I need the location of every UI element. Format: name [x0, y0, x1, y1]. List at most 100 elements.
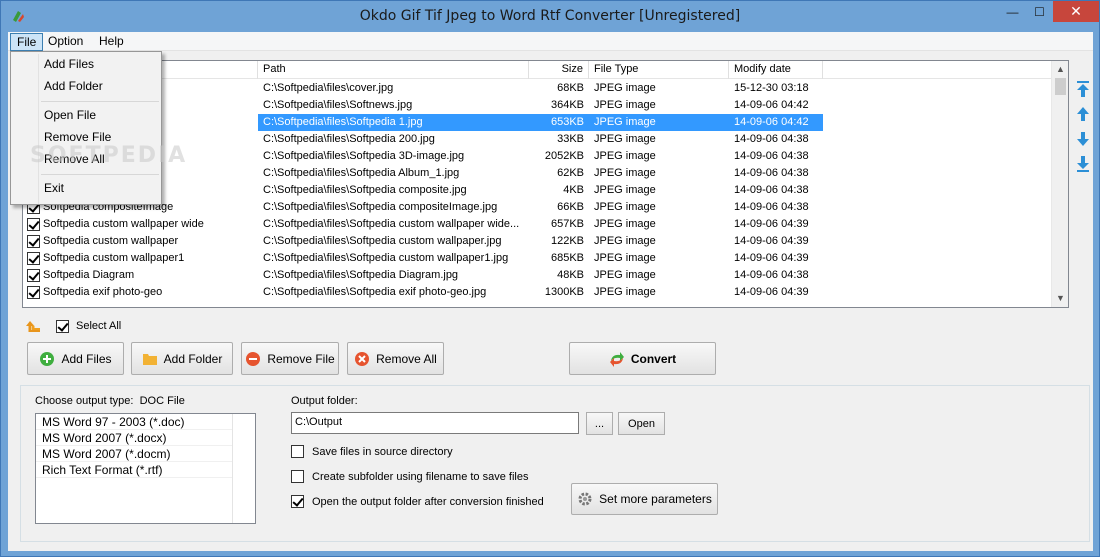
file-list-rows: C:\Softpedia\files\cover.jpg 68KB JPEG ima… — [23, 80, 1053, 301]
table-row[interactable]: Softpedia custom wallpaper C:\Softpedia\f… — [23, 233, 1053, 250]
table-row[interactable]: Softpedia custom wallpaper wide C:\Softpe… — [23, 216, 1053, 233]
table-row[interactable]: Softpedia exif photo-geo C:\Softpedia\fil… — [23, 284, 1053, 301]
column-path[interactable]: Path — [258, 61, 529, 79]
table-row[interactable]: Softpedia custom wallpaper1 C:\Softpedia\… — [23, 250, 1053, 267]
softpedia-watermark: SOFTPEDIA — [30, 143, 188, 168]
row-name: Softpedia exif photo-geo — [43, 286, 163, 298]
row-path: C:\Softpedia\files\Softpedia exif photo-… — [263, 286, 487, 298]
clear-icon — [355, 351, 370, 366]
column-modify-date[interactable]: Modify date — [729, 61, 823, 79]
scroll-down-icon[interactable]: ▼ — [1052, 290, 1068, 307]
column-size[interactable]: Size — [529, 61, 589, 79]
set-parameters-button[interactable]: Set more parameters — [571, 483, 718, 515]
move-up-icon[interactable] — [1075, 105, 1091, 123]
table-row[interactable]: C:\Softpedia\files\Softpedia composite.j… — [23, 182, 1053, 199]
scroll-up-icon[interactable]: ▲ — [1052, 61, 1068, 78]
convert-button[interactable]: Convert — [569, 342, 716, 375]
up-folder-icon[interactable] — [26, 319, 42, 333]
add-folder-label: Add Folder — [163, 351, 223, 366]
move-bottom-icon[interactable] — [1075, 155, 1091, 173]
row-size: 68KB — [557, 82, 584, 94]
row-date: 14-09-06 04:38 — [734, 184, 809, 196]
menu-add-folder[interactable]: Add Folder — [44, 76, 103, 96]
open-after-checkbox[interactable] — [291, 495, 304, 508]
menu-bar: File Option Help — [8, 32, 1093, 51]
row-checkbox[interactable] — [27, 286, 40, 299]
table-row[interactable]: C:\Softpedia\files\Softpedia 1.jpg 653KB J… — [23, 114, 1053, 131]
row-type: JPEG image — [594, 286, 656, 298]
maximize-button[interactable]: ☐ — [1026, 1, 1053, 22]
row-path: C:\Softpedia\files\Softpedia Album_1.jpg — [263, 167, 460, 179]
add-folder-button[interactable]: Add Folder — [131, 342, 233, 375]
table-row[interactable]: C:\Softpedia\files\cover.jpg 68KB JPEG ima… — [23, 80, 1053, 97]
save-in-source-checkbox[interactable] — [291, 445, 304, 458]
row-date: 14-09-06 04:38 — [734, 201, 809, 213]
remove-all-button[interactable]: Remove All — [347, 342, 444, 375]
open-after-option[interactable]: Open the output folder after conversion … — [291, 495, 544, 508]
select-all-checkbox[interactable] — [56, 319, 69, 333]
row-type: JPEG image — [589, 114, 729, 131]
format-list-item[interactable]: MS Word 97 - 2003 (*.doc) — [36, 414, 232, 430]
row-type: JPEG image — [594, 167, 656, 179]
row-path: C:\Softpedia\files\Softpedia 200.jpg — [263, 133, 435, 145]
row-checkbox[interactable] — [27, 218, 40, 231]
move-top-icon[interactable] — [1075, 80, 1091, 98]
row-size: 33KB — [557, 133, 584, 145]
row-path: C:\Softpedia\files\Softpedia 3D-image.jp… — [263, 150, 465, 162]
table-row[interactable]: Softpedia Diagram C:\Softpedia\files\Soft… — [23, 267, 1053, 284]
title-bar[interactable]: Okdo Gif Tif Jpeg to Word Rtf Converter … — [1, 1, 1099, 32]
remove-icon — [246, 351, 261, 366]
vertical-scrollbar[interactable]: ▲ ▼ — [1051, 61, 1068, 307]
table-row[interactable]: C:\Softpedia\files\Softnews.jpg 364KB JPEG… — [23, 97, 1053, 114]
add-files-button[interactable]: Add Files — [27, 342, 124, 375]
create-subfolder-option[interactable]: Create subfolder using filename to save … — [291, 470, 528, 483]
row-path: C:\Softpedia\files\Softpedia compositeIm… — [263, 201, 498, 213]
select-all-row: Select All — [26, 318, 121, 334]
row-size: 1300KB — [544, 286, 584, 298]
format-list-item[interactable]: MS Word 2007 (*.docm) — [36, 446, 232, 462]
menu-help[interactable]: Help — [93, 33, 130, 51]
choose-output-type-text: Choose output type: — [35, 395, 134, 407]
browse-button[interactable]: ... — [586, 412, 613, 435]
menu-option[interactable]: Option — [42, 33, 89, 51]
file-menu-dropdown: Add Files Add Folder Open File Remove Fi… — [10, 51, 162, 205]
row-path: C:\Softpedia\files\Softpedia custom wall… — [263, 218, 520, 230]
file-list[interactable]: Path Size File Type Modify date C:\Softp… — [22, 60, 1069, 308]
create-subfolder-checkbox[interactable] — [291, 470, 304, 483]
remove-file-button[interactable]: Remove File — [241, 342, 339, 375]
folder-icon — [142, 353, 157, 365]
row-date: 14-09-06 04:38 — [734, 167, 809, 179]
row-name-cell: Softpedia custom wallpaper wide — [23, 216, 258, 233]
output-format-list[interactable]: MS Word 97 - 2003 (*.doc) MS Word 2007 (*… — [35, 413, 256, 524]
row-name: Softpedia custom wallpaper1 — [43, 252, 185, 264]
menu-file[interactable]: File — [10, 33, 44, 51]
row-checkbox[interactable] — [27, 269, 40, 282]
scroll-thumb[interactable] — [1055, 78, 1066, 95]
remove-file-label: Remove File — [267, 351, 335, 366]
move-down-icon[interactable] — [1075, 130, 1091, 148]
close-button[interactable]: ✕ — [1053, 1, 1099, 22]
table-row[interactable]: Softpedia compositeImage C:\Softpedia\fil… — [23, 199, 1053, 216]
row-size: 653KB — [529, 114, 589, 131]
app-window: Okdo Gif Tif Jpeg to Word Rtf Converter … — [0, 0, 1100, 557]
open-folder-button[interactable]: Open — [618, 412, 665, 435]
row-size: 2052KB — [544, 150, 584, 162]
row-date: 14-09-06 04:38 — [734, 133, 809, 145]
output-folder-input[interactable]: C:\Output — [291, 412, 579, 434]
menu-exit[interactable]: Exit — [44, 178, 64, 198]
convert-label: Convert — [630, 351, 677, 366]
format-list-item[interactable]: Rich Text Format (*.rtf) — [36, 462, 232, 478]
row-name-cell: Softpedia custom wallpaper1 — [23, 250, 258, 267]
minimize-button[interactable]: — — [999, 1, 1026, 22]
add-files-label: Add Files — [61, 351, 112, 366]
menu-add-files[interactable]: Add Files — [44, 54, 94, 74]
column-file-type[interactable]: File Type — [589, 61, 729, 79]
row-checkbox[interactable] — [27, 235, 40, 248]
save-in-source-option[interactable]: Save files in source directory — [291, 445, 453, 458]
create-subfolder-label: Create subfolder using filename to save … — [312, 470, 529, 483]
row-checkbox[interactable] — [27, 252, 40, 265]
format-list-item[interactable]: MS Word 2007 (*.docx) — [36, 430, 232, 446]
menu-open-file[interactable]: Open File — [44, 105, 96, 125]
menu-gutter — [38, 54, 39, 204]
row-path: C:\Softpedia\files\Softpedia composite.j… — [263, 184, 467, 196]
